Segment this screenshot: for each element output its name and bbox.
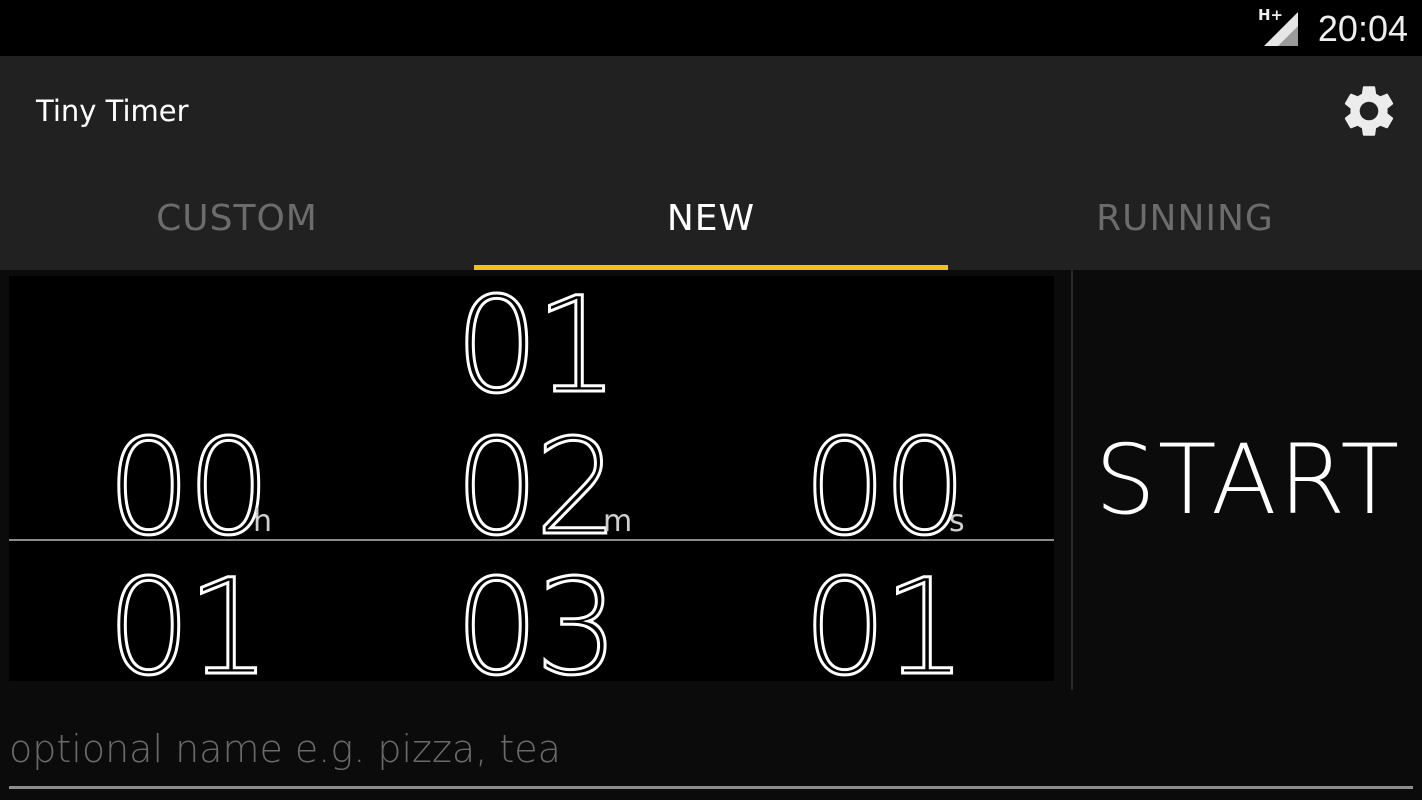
tab-indicator	[474, 265, 948, 270]
minutes-next[interactable]: 03	[454, 561, 621, 682]
seconds-selected[interactable]: 00	[802, 421, 969, 556]
hours-next[interactable]: 01	[106, 561, 273, 682]
time-picker: 00 h 01 01 02 m 03 00 s 01	[9, 276, 1054, 681]
gear-icon	[1344, 86, 1394, 136]
tab-label: NEW	[666, 197, 756, 239]
input-underline	[9, 786, 1413, 789]
settings-button[interactable]	[1332, 74, 1406, 148]
app-title: Tiny Timer	[36, 94, 189, 128]
tab-label: CUSTOM	[156, 197, 318, 239]
minutes-selected[interactable]: 02	[454, 421, 621, 556]
hours-unit: h	[253, 504, 273, 539]
tab-bar: CUSTOM NEW RUNNING	[0, 166, 1422, 270]
seconds-next[interactable]: 01	[802, 561, 969, 682]
minutes-unit: m	[603, 504, 633, 539]
start-button[interactable]: START	[1074, 270, 1422, 690]
network-type: H+	[1258, 6, 1284, 24]
tab-new[interactable]: NEW	[474, 166, 948, 270]
app-bar: Tiny Timer	[0, 56, 1422, 166]
status-bar: H+ 20:04	[0, 0, 1422, 56]
vertical-divider	[1071, 270, 1073, 690]
tab-custom[interactable]: CUSTOM	[0, 166, 474, 270]
clock: 20:04	[1317, 8, 1408, 49]
tab-label: RUNNING	[1096, 197, 1274, 239]
minutes-previous[interactable]: 01	[454, 279, 621, 414]
selection-divider	[9, 539, 1054, 541]
tab-running[interactable]: RUNNING	[948, 166, 1422, 270]
seconds-unit: s	[949, 504, 965, 539]
timer-name-input[interactable]	[9, 714, 1413, 784]
hours-selected[interactable]: 00	[106, 421, 273, 556]
